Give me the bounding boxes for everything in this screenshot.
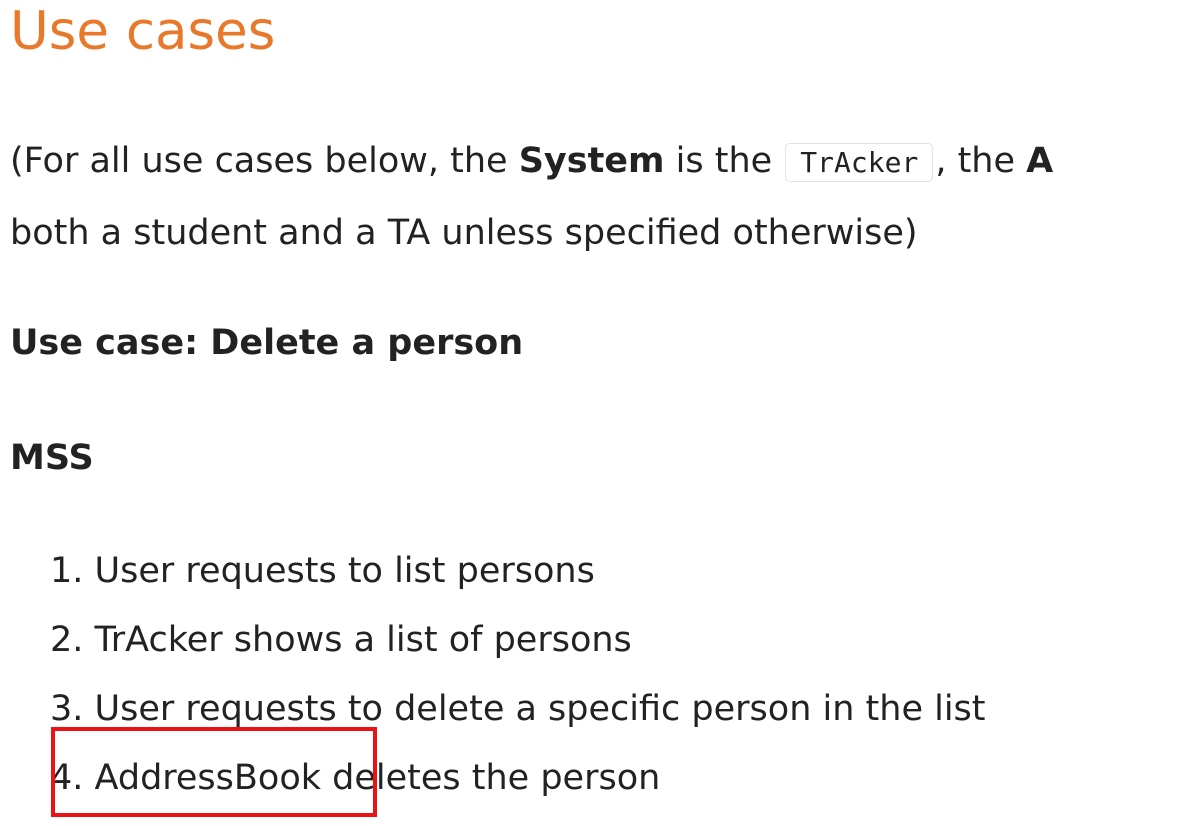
section-title: Use cases <box>10 1 276 62</box>
intro-code-tracker: TrAcker <box>785 143 934 182</box>
mss-step: 1. User requests to list persons <box>50 551 595 591</box>
intro-paragraph: (For all use cases below, the System is … <box>10 126 1053 268</box>
use-case-heading: Use case: Delete a person <box>10 323 524 363</box>
intro-actor-term: A <box>1026 141 1054 181</box>
intro-text-line2: both a student and a TA unless specified… <box>10 213 918 253</box>
intro-text-1: (For all use cases below, the <box>10 141 519 181</box>
intro-system-term: System <box>518 141 665 181</box>
mss-step: 2. TrAcker shows a list of persons <box>50 620 632 660</box>
intro-text-3: , the <box>935 141 1027 181</box>
highlight-annotation-box <box>51 727 377 817</box>
mss-heading: MSS <box>10 438 94 478</box>
intro-text-2: is the <box>664 141 784 181</box>
